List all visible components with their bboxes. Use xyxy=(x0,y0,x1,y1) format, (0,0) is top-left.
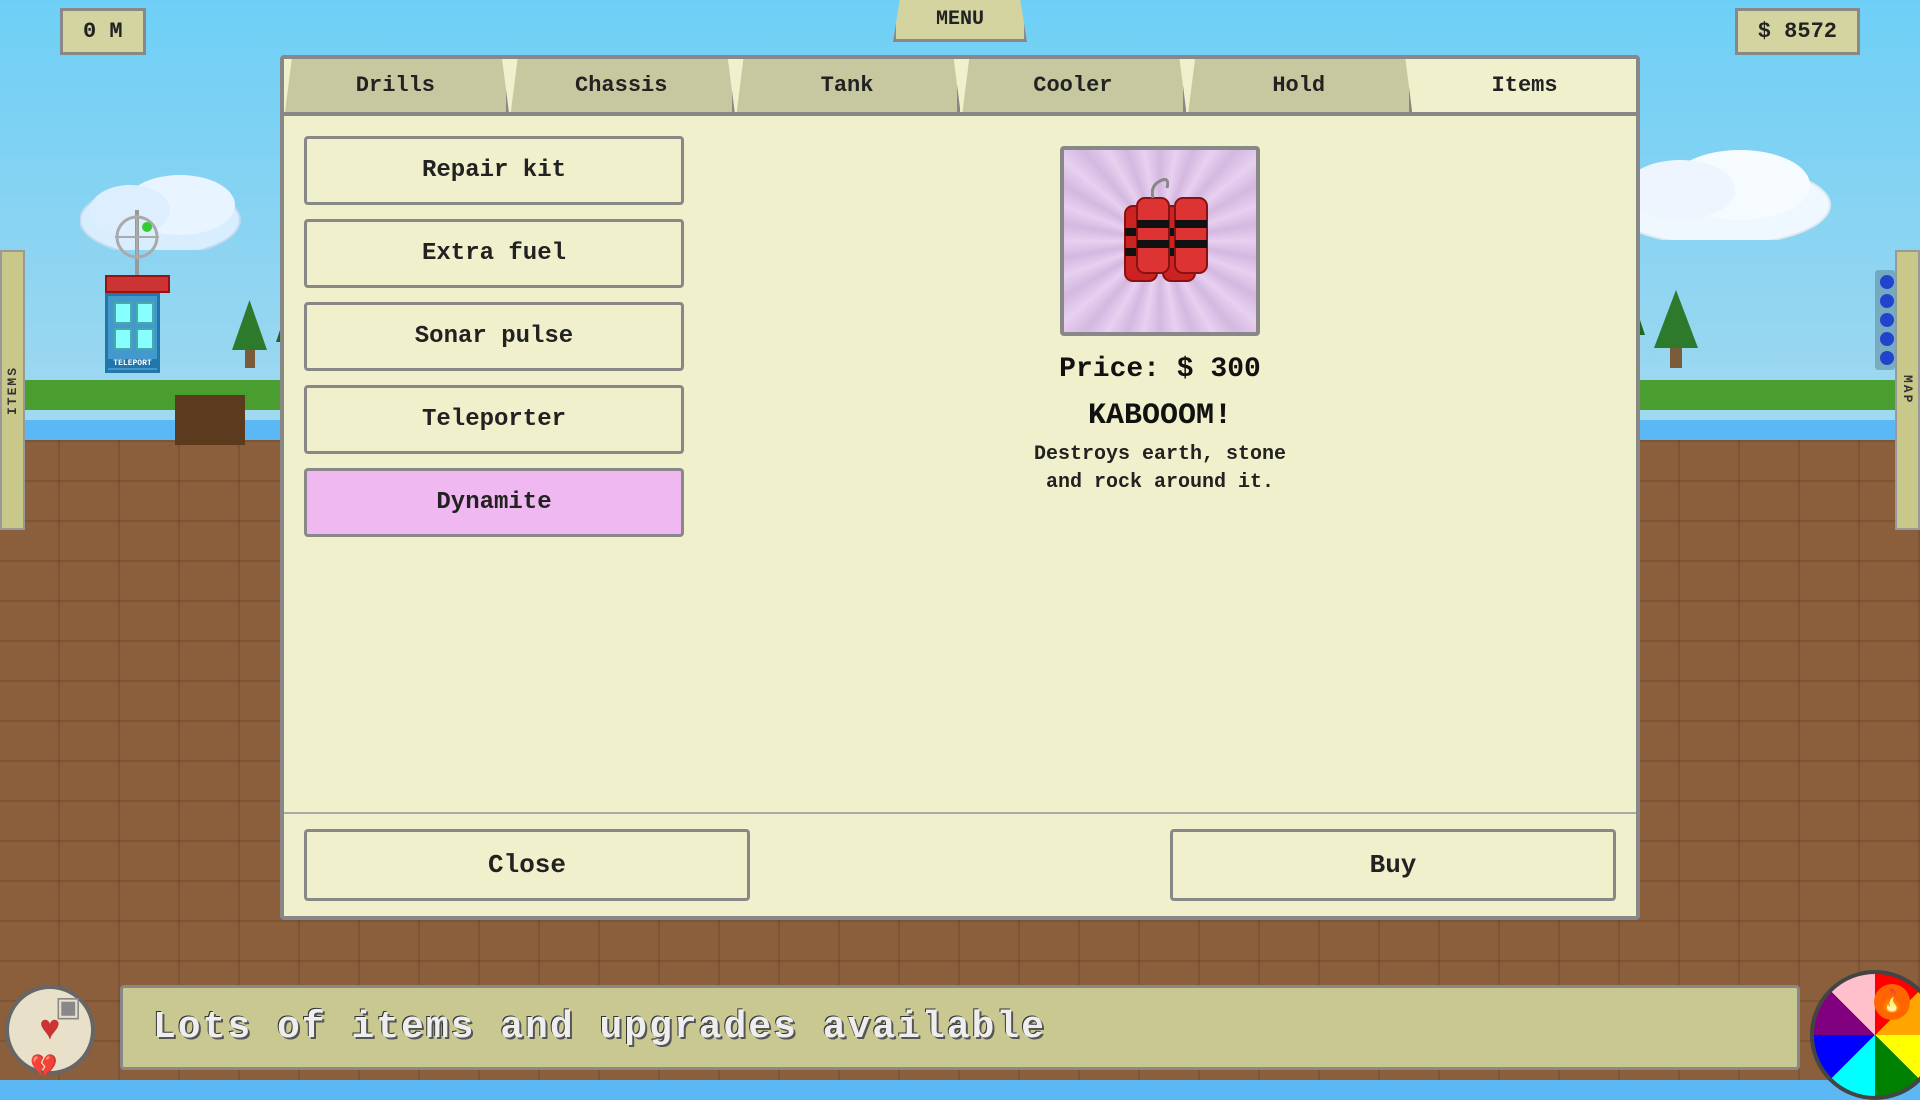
dot-3 xyxy=(1880,313,1894,327)
status-text: Lots of items and upgrades available xyxy=(153,1006,1767,1049)
dot-1 xyxy=(1880,275,1894,289)
depth-display: 0 M xyxy=(60,8,146,55)
dot-4 xyxy=(1880,332,1894,346)
item-dynamite[interactable]: Dynamite xyxy=(304,468,684,537)
tab-chassis[interactable]: Chassis xyxy=(511,59,735,112)
menu-title: MENU xyxy=(893,0,1027,42)
item-detail: Price: $ 300 KABOOOM! Destroys earth, st… xyxy=(704,136,1616,792)
dot-2 xyxy=(1880,294,1894,308)
bottom-buttons: Close Buy xyxy=(284,812,1636,916)
side-panel-items[interactable]: ITEMS xyxy=(0,250,25,530)
side-panel-map[interactable]: MAP xyxy=(1895,250,1920,530)
dynamite-svg xyxy=(1095,176,1225,306)
item-sonar-pulse[interactable]: Sonar pulse xyxy=(304,302,684,371)
item-price: Price: $ 300 xyxy=(1059,354,1261,385)
tab-items[interactable]: Items xyxy=(1414,59,1635,112)
item-name: KABOOOM! xyxy=(1088,399,1232,433)
hud-bottom-right: 🔥 xyxy=(1790,950,1920,1080)
box-icon: ▣ xyxy=(55,990,81,1025)
item-list: Repair kit Extra fuel Sonar pulse Telepo… xyxy=(304,136,684,792)
menu-panel: Drills Chassis Tank Cooler Hold Items Re… xyxy=(280,55,1640,920)
tab-hold[interactable]: Hold xyxy=(1188,59,1412,112)
item-image xyxy=(1060,146,1260,336)
teleport-tower: TELEPORT xyxy=(105,210,170,373)
item-extra-fuel[interactable]: Extra fuel xyxy=(304,219,684,288)
hud-bottom-left: ♥ 💔 ▣ xyxy=(0,960,120,1080)
tab-drills[interactable]: Drills xyxy=(285,59,509,112)
dark-ground-patch xyxy=(175,395,245,445)
broken-heart-icon: 💔 xyxy=(30,1054,57,1080)
status-bar: Lots of items and upgrades available xyxy=(120,985,1800,1070)
item-teleporter[interactable]: Teleporter xyxy=(304,385,684,454)
content-area: Repair kit Extra fuel Sonar pulse Telepo… xyxy=(284,116,1636,812)
item-repair-kit[interactable]: Repair kit xyxy=(304,136,684,205)
dot-5 xyxy=(1880,351,1894,365)
cloud-right xyxy=(1610,130,1860,245)
money-display: $ 8572 xyxy=(1735,8,1860,55)
item-description: Destroys earth, stoneand rock around it. xyxy=(1034,441,1286,497)
flame-icon: 🔥 xyxy=(1874,984,1910,1020)
close-button[interactable]: Close xyxy=(304,829,750,901)
buy-button[interactable]: Buy xyxy=(1170,829,1616,901)
tab-cooler[interactable]: Cooler xyxy=(962,59,1186,112)
tab-tank[interactable]: Tank xyxy=(737,59,961,112)
dots-panel xyxy=(1875,270,1895,370)
tabs-row: Drills Chassis Tank Cooler Hold Items xyxy=(284,59,1636,116)
